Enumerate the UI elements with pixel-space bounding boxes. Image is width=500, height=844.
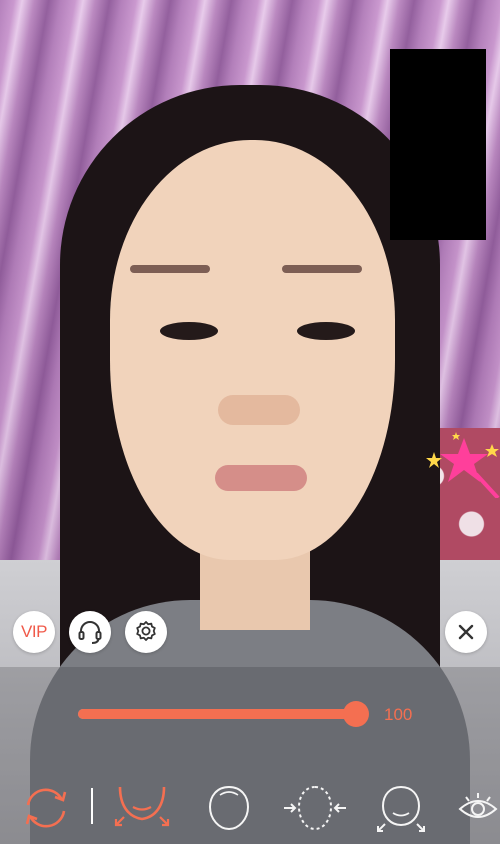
reset-button[interactable] xyxy=(18,783,74,833)
intensity-slider-track[interactable] xyxy=(78,709,357,719)
vip-label: VIP xyxy=(21,622,47,641)
close-icon xyxy=(458,624,474,640)
tool-eye[interactable] xyxy=(456,783,500,833)
person-face xyxy=(110,140,395,560)
face-narrow-icon xyxy=(284,785,346,831)
intensity-value: 100 xyxy=(384,705,413,724)
reset-rotate-icon xyxy=(25,788,67,828)
support-button[interactable] xyxy=(69,611,111,653)
nose xyxy=(218,395,300,425)
mouth xyxy=(215,465,307,491)
intensity-slider-fill xyxy=(78,709,357,719)
tool-face-shape[interactable] xyxy=(204,783,254,833)
face-lift-icon xyxy=(377,785,425,832)
vip-button[interactable]: VIP xyxy=(13,611,55,653)
chin-slim-icon xyxy=(114,786,170,827)
close-button[interactable] xyxy=(445,611,487,653)
tool-face-narrow[interactable] xyxy=(282,783,348,833)
intensity-slider-thumb[interactable] xyxy=(343,701,369,727)
face-shape-icon xyxy=(208,785,250,831)
tool-chin-slim[interactable] xyxy=(110,783,174,833)
right-eye xyxy=(297,322,355,340)
left-eyebrow xyxy=(130,265,210,273)
redaction-box xyxy=(390,49,486,240)
settings-button[interactable] xyxy=(125,611,167,653)
gear-icon xyxy=(136,621,156,641)
left-eye xyxy=(160,322,218,340)
sparkle-icon xyxy=(426,432,500,498)
tool-face-lift[interactable] xyxy=(374,783,428,833)
eye-icon xyxy=(458,793,498,818)
headset-icon xyxy=(78,621,102,644)
right-eyebrow xyxy=(282,265,362,273)
toolbar-divider xyxy=(91,788,93,824)
